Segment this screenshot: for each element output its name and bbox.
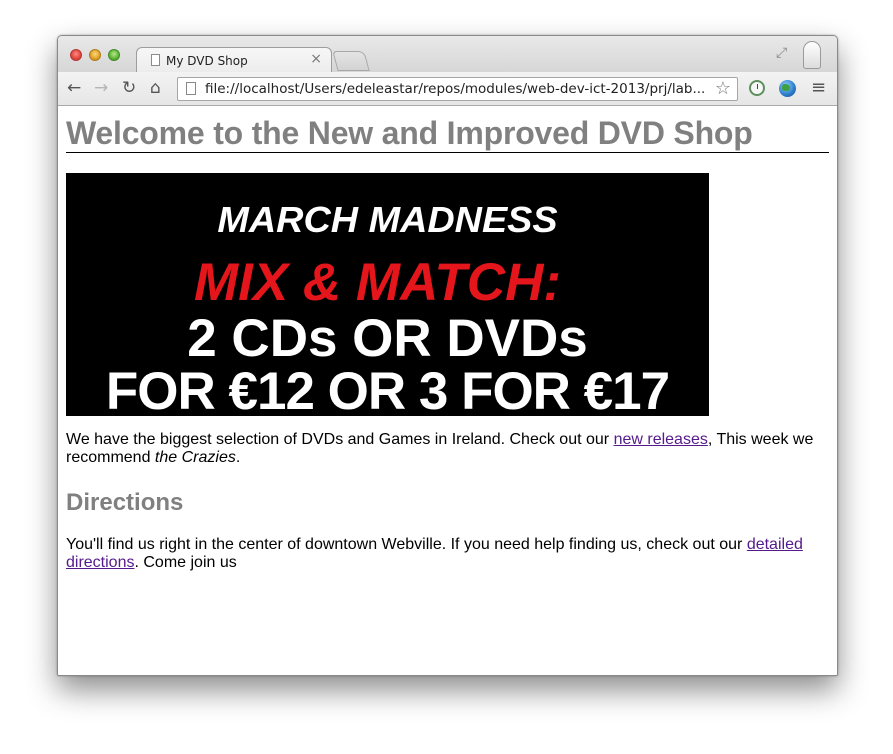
recommended-title: the Crazies <box>154 449 236 466</box>
browser-window: My DVD Shop × ⤢ ← → ↻ ⌂ file://localhost… <box>57 35 838 676</box>
tab-title: My DVD Shop <box>166 54 248 68</box>
page-icon <box>186 82 196 95</box>
promo-banner-image: MARCH MADNESS MIX & MATCH: 2 CDs OR DVDs… <box>66 173 709 416</box>
window-close-button[interactable] <box>70 49 82 61</box>
profile-avatar-icon[interactable] <box>803 41 821 69</box>
bookmark-star-icon[interactable]: ☆ <box>715 78 731 99</box>
page-icon <box>151 54 160 66</box>
directions-text-1: You'll find us right in the center of do… <box>66 536 747 553</box>
new-tab-button[interactable] <box>332 51 370 71</box>
directions-heading: Directions <box>66 489 184 516</box>
browser-toolbar: ← → ↻ ⌂ file://localhost/Users/edeleasta… <box>58 72 837 106</box>
banner-line-1: MARCH MADNESS <box>217 199 558 240</box>
directions-paragraph: You'll find us right in the center of do… <box>66 536 829 572</box>
url-text[interactable]: file://localhost/Users/edeleastar/repos/… <box>205 81 705 97</box>
tab-my-dvd-shop[interactable]: My DVD Shop × <box>136 47 332 73</box>
globe-extension-icon[interactable] <box>779 80 796 97</box>
page-content: Welcome to the New and Improved DVD Shop… <box>58 106 837 675</box>
address-bar[interactable]: file://localhost/Users/edeleastar/repos/… <box>177 77 738 101</box>
clock-extension-icon[interactable] <box>749 80 765 96</box>
banner-line-3: 2 CDs OR DVDs <box>187 309 588 368</box>
directions-text-2: . Come join us <box>134 554 237 571</box>
window-maximize-button[interactable] <box>108 49 120 61</box>
menu-icon[interactable]: ≡ <box>811 77 826 98</box>
forward-arrow-icon[interactable]: → <box>94 79 108 97</box>
new-releases-link[interactable]: new releases <box>614 431 708 448</box>
intro-paragraph: We have the biggest selection of DVDs an… <box>66 431 829 467</box>
banner-line-2: MIX & MATCH: <box>193 253 561 312</box>
banner-line-4: FOR €12 OR 3 FOR €17 <box>105 362 670 416</box>
reload-icon[interactable]: ↻ <box>122 79 136 97</box>
intro-text-1: We have the biggest selection of DVDs an… <box>66 431 614 448</box>
fullscreen-icon[interactable]: ⤢ <box>776 45 787 61</box>
back-arrow-icon[interactable]: ← <box>67 79 81 97</box>
home-icon[interactable]: ⌂ <box>150 79 161 97</box>
page-title: Welcome to the New and Improved DVD Shop <box>66 115 829 153</box>
window-minimize-button[interactable] <box>89 49 101 61</box>
intro-text-3: . <box>235 449 241 466</box>
tab-close-icon[interactable]: × <box>310 51 322 67</box>
title-bar: My DVD Shop × ⤢ <box>58 36 837 73</box>
